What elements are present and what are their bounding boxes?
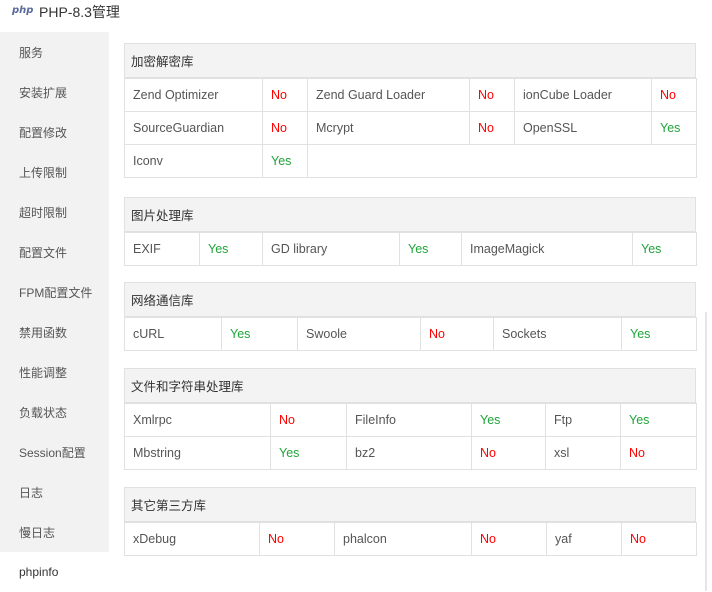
library-status: Yes bbox=[221, 317, 298, 351]
sidebar-item-phpinfo[interactable]: phpinfo bbox=[0, 552, 109, 592]
library-status: No bbox=[469, 78, 515, 112]
library-name: ionCube Loader bbox=[514, 78, 652, 112]
section-title: 图片处理库 bbox=[124, 197, 696, 232]
library-status: No bbox=[471, 522, 547, 556]
section-title: 网络通信库 bbox=[124, 282, 696, 317]
library-status: No bbox=[471, 436, 546, 470]
sidebar-item-timeout-limit[interactable]: 超时限制 bbox=[0, 192, 109, 232]
library-status: Yes bbox=[270, 436, 347, 470]
php-logo-icon: php bbox=[12, 5, 34, 16]
library-name: phalcon bbox=[334, 522, 472, 556]
library-table: xDebug No phalcon No yaf No bbox=[124, 522, 697, 556]
section-file-string: 文件和字符串处理库 Xmlrpc No FileInfo Yes Ftp Yes… bbox=[124, 368, 697, 470]
library-table: Xmlrpc No FileInfo Yes Ftp Yes Mbstring … bbox=[124, 403, 697, 470]
library-status: Yes bbox=[262, 144, 308, 178]
library-name: xsl bbox=[545, 436, 621, 470]
sidebar: 服务 安装扩展 配置修改 上传限制 超时限制 配置文件 FPM配置文件 禁用函数… bbox=[0, 32, 109, 592]
library-name: bz2 bbox=[346, 436, 472, 470]
sidebar-item-log[interactable]: 日志 bbox=[0, 472, 109, 512]
section-title: 其它第三方库 bbox=[124, 487, 696, 522]
section-third-party: 其它第三方库 xDebug No phalcon No yaf No bbox=[124, 487, 697, 556]
library-name: xDebug bbox=[124, 522, 260, 556]
section-network: 网络通信库 cURL Yes Swoole No Sockets Yes bbox=[124, 282, 697, 351]
library-name: Mcrypt bbox=[307, 111, 470, 145]
table-row: cURL Yes Swoole No Sockets Yes bbox=[124, 317, 697, 351]
library-name: ImageMagick bbox=[461, 232, 633, 266]
library-name: yaf bbox=[546, 522, 622, 556]
sidebar-item-load-status[interactable]: 负载状态 bbox=[0, 392, 109, 432]
library-name: SourceGuardian bbox=[124, 111, 263, 145]
library-status: Yes bbox=[651, 111, 697, 145]
library-table: Zend Optimizer No Zend Guard Loader No i… bbox=[124, 78, 697, 178]
library-name: cURL bbox=[124, 317, 222, 351]
sidebar-item-service[interactable]: 服务 bbox=[0, 32, 109, 72]
scrollbar[interactable] bbox=[705, 312, 707, 591]
library-status: No bbox=[651, 78, 697, 112]
library-name: Iconv bbox=[124, 144, 263, 178]
sidebar-item-config-edit[interactable]: 配置修改 bbox=[0, 112, 109, 152]
sidebar-item-upload-limit[interactable]: 上传限制 bbox=[0, 152, 109, 192]
library-status: Yes bbox=[620, 403, 697, 437]
library-status: No bbox=[469, 111, 515, 145]
sidebar-item-disabled-functions[interactable]: 禁用函数 bbox=[0, 312, 109, 352]
table-row: Iconv Yes bbox=[124, 144, 697, 178]
library-name: Mbstring bbox=[124, 436, 271, 470]
library-status: Yes bbox=[621, 317, 697, 351]
table-row: SourceGuardian No Mcrypt No OpenSSL Yes bbox=[124, 111, 697, 145]
library-name: OpenSSL bbox=[514, 111, 652, 145]
sidebar-item-session-config[interactable]: Session配置 bbox=[0, 432, 109, 472]
library-status: Yes bbox=[199, 232, 263, 266]
library-status: Yes bbox=[632, 232, 697, 266]
empty-cell bbox=[307, 144, 697, 178]
library-name: Swoole bbox=[297, 317, 421, 351]
library-status: Yes bbox=[399, 232, 462, 266]
library-name: EXIF bbox=[124, 232, 200, 266]
section-image: 图片处理库 EXIF Yes GD library Yes ImageMagic… bbox=[124, 197, 697, 266]
library-status: No bbox=[262, 78, 308, 112]
library-status: No bbox=[620, 436, 697, 470]
table-row: Xmlrpc No FileInfo Yes Ftp Yes bbox=[124, 403, 697, 437]
section-encryption: 加密解密库 Zend Optimizer No Zend Guard Loade… bbox=[124, 43, 697, 178]
library-name: GD library bbox=[262, 232, 400, 266]
library-name: Ftp bbox=[545, 403, 621, 437]
sidebar-item-fpm-config[interactable]: FPM配置文件 bbox=[0, 272, 109, 312]
sidebar-item-install-extensions[interactable]: 安装扩展 bbox=[0, 72, 109, 112]
library-status: No bbox=[420, 317, 494, 351]
library-name: Xmlrpc bbox=[124, 403, 271, 437]
table-row: EXIF Yes GD library Yes ImageMagick Yes bbox=[124, 232, 697, 266]
library-status: No bbox=[270, 403, 347, 437]
section-title: 加密解密库 bbox=[124, 43, 696, 78]
library-name: Zend Guard Loader bbox=[307, 78, 470, 112]
table-row: Zend Optimizer No Zend Guard Loader No i… bbox=[124, 78, 697, 112]
library-status: No bbox=[262, 111, 308, 145]
library-name: Zend Optimizer bbox=[124, 78, 263, 112]
library-table: cURL Yes Swoole No Sockets Yes bbox=[124, 317, 697, 351]
library-name: FileInfo bbox=[346, 403, 472, 437]
window-title: PHP-8.3管理 bbox=[39, 4, 120, 20]
library-status: No bbox=[621, 522, 697, 556]
library-table: EXIF Yes GD library Yes ImageMagick Yes bbox=[124, 232, 697, 266]
table-row: Mbstring Yes bz2 No xsl No bbox=[124, 436, 697, 470]
library-name: Sockets bbox=[493, 317, 622, 351]
section-title: 文件和字符串处理库 bbox=[124, 368, 696, 403]
table-row: xDebug No phalcon No yaf No bbox=[124, 522, 697, 556]
sidebar-item-slow-log[interactable]: 慢日志 bbox=[0, 512, 109, 552]
library-status: Yes bbox=[471, 403, 546, 437]
sidebar-item-config-file[interactable]: 配置文件 bbox=[0, 232, 109, 272]
sidebar-item-performance[interactable]: 性能调整 bbox=[0, 352, 109, 392]
title-bar: php PHP-8.3管理 bbox=[0, 0, 712, 28]
library-status: No bbox=[259, 522, 335, 556]
